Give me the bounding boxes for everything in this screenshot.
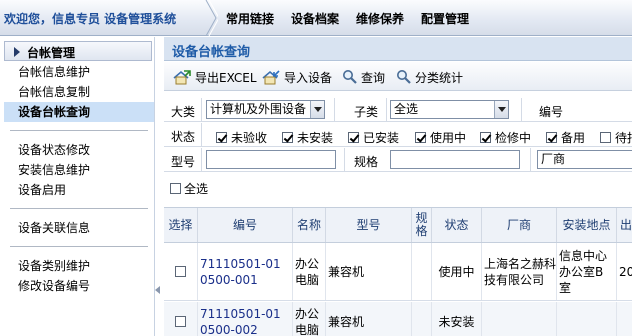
header-separator-icon (205, 0, 218, 36)
status-checkbox-uninstalled[interactable]: 未安装 (282, 129, 333, 146)
category-label: 大类 (171, 105, 196, 119)
select-all-checkbox[interactable]: 全选 (170, 180, 208, 197)
sidebar: 台帐管理 台帐信息维护 台帐信息复制 设备台帐查询 设备状态修改 安装信息维护 … (0, 37, 155, 336)
sidebar-item-modify-code[interactable]: 修改设备编号 (4, 276, 154, 296)
model-input[interactable] (206, 150, 336, 169)
col-location[interactable]: 安装地点 (557, 208, 617, 242)
col-status[interactable]: 状态 (432, 208, 482, 242)
status-checkbox-installed[interactable]: 已安装 (348, 129, 399, 146)
sidebar-divider (10, 208, 148, 209)
export-label: 导出EXCEL (195, 70, 257, 85)
row-status: 未安装 (438, 314, 475, 329)
triangle-right-icon (14, 47, 20, 57)
welcome-text: 欢迎您，信息专员 设备管理系统 (4, 12, 177, 26)
sidebar-divider (10, 130, 148, 131)
query-label: 查询 (361, 70, 386, 85)
subcategory-label: 子类 (354, 105, 379, 119)
category-select[interactable]: 计算机及外围设备 (206, 100, 325, 119)
row-code-link[interactable]: 71110501-010500-002 (200, 306, 288, 336)
col-spec[interactable]: 规格 (412, 208, 432, 242)
top-nav: 常用链接 设备档案 维修保养 配置管理 (226, 10, 486, 27)
row-code-link[interactable]: 71110501-010500-001 (200, 256, 288, 288)
nav-common-links[interactable]: 常用链接 (226, 10, 274, 27)
status-checkbox-unaccepted[interactable]: 未验收 (216, 129, 267, 146)
status-checkbox-pending[interactable]: 待报 (600, 129, 632, 146)
sidebar-item-install-info[interactable]: 安装信息维护 (4, 160, 154, 180)
filter-row-status: 状态 未验收 未安装 已安装 使用中 检修中 备用 待报 (164, 123, 632, 147)
subcategory-select[interactable]: 全选 (390, 100, 509, 119)
page-title-bar: 设备台帐查询 (164, 37, 632, 61)
status-label: 状态 (171, 130, 196, 144)
nav-config[interactable]: 配置管理 (421, 10, 469, 27)
chevron-down-icon (310, 101, 324, 118)
sidebar-item-ledger-query[interactable]: 设备台帐查询 (4, 102, 154, 122)
sidebar-item-ledger-copy[interactable]: 台帐信息复制 (4, 82, 154, 102)
export-icon (173, 70, 191, 85)
row-date: 20 (619, 264, 632, 279)
nav-equipment-archive[interactable]: 设备档案 (291, 10, 339, 27)
code-label: 编号 (539, 105, 564, 119)
import-icon (262, 70, 280, 85)
row-model: 兼容机 (328, 264, 365, 279)
filter-row-model: 型号 规格 厂商 (164, 148, 632, 172)
sidebar-header[interactable]: 台帐管理 (4, 41, 152, 61)
status-checkbox-spare[interactable]: 备用 (546, 129, 585, 146)
select-all-label: 全选 (184, 182, 209, 196)
row-name: 办公电脑 (295, 306, 320, 336)
row-maker: 上海名之赫科技有限公司 (484, 256, 557, 287)
nav-maintenance[interactable]: 维修保养 (356, 10, 404, 27)
top-header: 欢迎您，信息专员 设备管理系统 常用链接 设备档案 维修保养 配置管理 (0, 0, 632, 36)
col-model[interactable]: 型号 (326, 208, 412, 242)
chevron-down-icon (494, 101, 508, 118)
import-label: 导入设备 (284, 70, 333, 85)
sidebar-item-related-info[interactable]: 设备关联信息 (4, 218, 154, 238)
table-row[interactable]: 71110501-010500-002 办公电脑 兼容机 未安装 (164, 302, 632, 336)
sidebar-divider (10, 246, 148, 247)
col-code[interactable]: 编号 (198, 208, 293, 242)
col-date[interactable]: 出厂 (617, 208, 632, 242)
row-checkbox[interactable] (175, 316, 186, 327)
filter-row-category: 大类 计算机及外围设备 子类 全选 编号 (164, 98, 632, 122)
status-checkbox-in-use[interactable]: 使用中 (415, 129, 466, 146)
row-model: 兼容机 (328, 314, 365, 329)
maker-input[interactable]: 厂商 (537, 150, 632, 169)
stats-label: 分类统计 (415, 70, 464, 85)
sidebar-item-ledger-maintain[interactable]: 台帐信息维护 (4, 62, 154, 82)
spec-label: 规格 (354, 155, 379, 169)
main-panel: 设备台帐查询 导出EXCEL 导入设备 查询 分类统计 大类 计算机及外围设备 … (164, 37, 632, 336)
col-name[interactable]: 名称 (293, 208, 326, 242)
row-checkbox[interactable] (175, 266, 186, 277)
import-device-button[interactable]: 导入设备 (261, 67, 332, 87)
sidebar-collapse-icon[interactable] (155, 286, 160, 294)
table-header: 选择 编号 名称 型号 规格 状态 厂商 安装地点 出厂 (164, 207, 632, 243)
search-icon (397, 70, 411, 84)
sidebar-menu: 台帐信息维护 台帐信息复制 设备台帐查询 设备状态修改 安装信息维护 设备启用 … (4, 62, 154, 296)
row-location: 信息中心办公室B室 (559, 248, 608, 295)
row-status: 使用中 (438, 264, 475, 279)
sidebar-item-status-modify[interactable]: 设备状态修改 (4, 140, 154, 160)
category-stats-button[interactable]: 分类统计 (396, 67, 463, 87)
sidebar-item-enable-device[interactable]: 设备启用 (4, 180, 154, 200)
col-maker[interactable]: 厂商 (482, 208, 557, 242)
sidebar-title: 台帐管理 (27, 46, 76, 60)
query-button[interactable]: 查询 (342, 67, 385, 87)
toolbar: 导出EXCEL 导入设备 查询 分类统计 (164, 62, 632, 91)
spec-input[interactable] (390, 150, 520, 169)
model-label: 型号 (171, 155, 196, 169)
row-name: 办公电脑 (295, 256, 320, 287)
search-icon (343, 70, 357, 84)
sidebar-item-category-maintain[interactable]: 设备类别维护 (4, 256, 154, 276)
table-row[interactable]: 71110501-010500-001 办公电脑 兼容机 使用中 上海名之赫科技… (164, 243, 632, 301)
export-excel-button[interactable]: 导出EXCEL (172, 67, 257, 87)
page-title: 设备台帐查询 (172, 45, 251, 60)
status-checkbox-repairing[interactable]: 检修中 (480, 129, 531, 146)
col-select[interactable]: 选择 (164, 208, 198, 242)
